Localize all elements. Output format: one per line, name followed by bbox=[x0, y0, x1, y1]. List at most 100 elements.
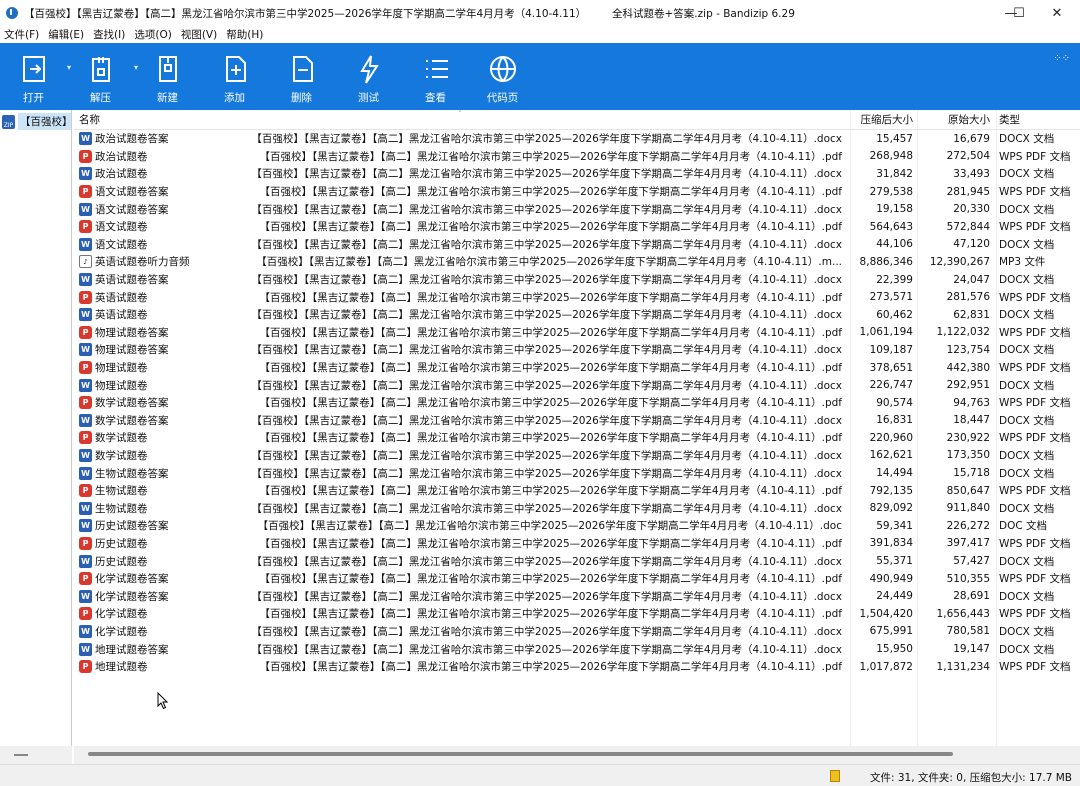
layout-grid-icon[interactable]: ⁘⁘ bbox=[1053, 53, 1070, 64]
toolbar-button-5[interactable]: 测试 bbox=[335, 43, 402, 110]
file-name: 历史试题卷 【百强校】【黑吉辽蒙卷】【高二】黑龙江省哈尔滨市第三中学2025—20… bbox=[95, 536, 848, 551]
file-row[interactable]: W 生物试题卷 【百强校】【黑吉辽蒙卷】【高二】黑龙江省哈尔滨市第三中学2025—2… bbox=[74, 499, 1080, 517]
file-row[interactable]: W 英语试题卷 【百强校】【黑吉辽蒙卷】【高二】黑龙江省哈尔滨市第三中学2025—2… bbox=[74, 306, 1080, 324]
file-row[interactable]: P 化学试题卷 【百强校】【黑吉辽蒙卷】【高二】黑龙江省哈尔滨市第三中学2025—2… bbox=[74, 605, 1080, 623]
original-size: 272,504 bbox=[946, 150, 990, 163]
file-name-subject: 化学试题卷 bbox=[95, 625, 148, 638]
original-size: 397,417 bbox=[946, 537, 990, 550]
file-name-title: 【百强校】【黑吉辽蒙卷】【高二】黑龙江省哈尔滨市第三中学2025—2026学年度… bbox=[251, 467, 842, 480]
horizontal-scrollbar[interactable] bbox=[74, 746, 1080, 764]
file-row[interactable]: W 地理试题卷答案 【百强校】【黑吉辽蒙卷】【高二】黑龙江省哈尔滨市第三中学2025… bbox=[74, 640, 1080, 658]
file-row[interactable]: P 生物试题卷 【百强校】【黑吉辽蒙卷】【高二】黑龙江省哈尔滨市第三中学2025—2… bbox=[74, 482, 1080, 500]
packed-size: 273,571 bbox=[869, 291, 913, 304]
test-icon bbox=[359, 55, 379, 84]
extract-button[interactable]: 解压 ▾ bbox=[67, 43, 138, 110]
toolbar-button-6[interactable]: 查看 bbox=[402, 43, 469, 110]
file-name: 生物试题卷 【百强校】【黑吉辽蒙卷】【高二】黑龙江省哈尔滨市第三中学2025—20… bbox=[95, 501, 848, 516]
file-name-title: 【百强校】【黑吉辽蒙卷】【高二】黑龙江省哈尔滨市第三中学2025—2026学年度… bbox=[257, 520, 842, 533]
packed-size: 1,061,194 bbox=[859, 326, 913, 339]
word-file-icon: W bbox=[79, 642, 92, 656]
packed-size: 22,399 bbox=[876, 273, 913, 286]
file-name-title: 【百强校】【黑吉辽蒙卷】【高二】黑龙江省哈尔滨市第三中学2025—2026学年度… bbox=[259, 326, 842, 339]
file-row[interactable]: W 物理试题卷 【百强校】【黑吉辽蒙卷】【高二】黑龙江省哈尔滨市第三中学2025—2… bbox=[74, 376, 1080, 394]
file-name-title: 【百强校】【黑吉辽蒙卷】【高二】黑龙江省哈尔滨市第三中学2025—2026学年度… bbox=[259, 291, 842, 304]
toolbar-button-4[interactable]: 删除 bbox=[268, 43, 335, 110]
file-name: 数学试题卷答案 【百强校】【黑吉辽蒙卷】【高二】黑龙江省哈尔滨市第三中学2025—… bbox=[95, 395, 848, 410]
original-size: 57,427 bbox=[953, 555, 990, 568]
close-button[interactable]: ✕ bbox=[1034, 0, 1080, 26]
file-type: WPS PDF 文档 bbox=[999, 362, 1071, 375]
menu-item[interactable]: 选项(O) bbox=[134, 27, 171, 42]
original-size: 1,656,443 bbox=[936, 607, 990, 620]
file-name-subject: 生物试题卷 bbox=[95, 485, 148, 498]
packed-size: 55,371 bbox=[876, 555, 913, 568]
file-row[interactable]: W 化学试题卷答案 【百强校】【黑吉辽蒙卷】【高二】黑龙江省哈尔滨市第三中学2025… bbox=[74, 587, 1080, 605]
packed-size: 279,538 bbox=[869, 185, 913, 198]
toolbar-button-7[interactable]: 代码页 bbox=[469, 43, 536, 110]
pdf-file-icon: P bbox=[79, 325, 92, 339]
file-type: WPS PDF 文档 bbox=[999, 397, 1071, 410]
file-name-subject: 语文试题卷答案 bbox=[95, 203, 169, 216]
toolbar-button-label: 删除 bbox=[291, 92, 312, 104]
bandizip-app-icon bbox=[6, 7, 18, 19]
file-row[interactable]: W 物理试题卷答案 【百强校】【黑吉辽蒙卷】【高二】黑龙江省哈尔滨市第三中学2025… bbox=[74, 341, 1080, 359]
file-type: WPS PDF 文档 bbox=[999, 432, 1071, 445]
file-type: DOCX 文档 bbox=[999, 274, 1055, 287]
file-row[interactable]: P 语文试题卷 【百强校】【黑吉辽蒙卷】【高二】黑龙江省哈尔滨市第三中学2025—2… bbox=[74, 218, 1080, 236]
packed-size: 19,158 bbox=[876, 203, 913, 216]
file-row[interactable]: W 政治试题卷答案 【百强校】【黑吉辽蒙卷】【高二】黑龙江省哈尔滨市第三中学2025… bbox=[74, 130, 1080, 148]
file-row[interactable]: W 历史试题卷答案 【百强校】【黑吉辽蒙卷】【高二】黑龙江省哈尔滨市第三中学2025… bbox=[74, 517, 1080, 535]
toolbar-button-2[interactable]: 新建 bbox=[134, 43, 201, 110]
file-name-subject: 化学试题卷答案 bbox=[95, 590, 169, 603]
packed-size: 15,457 bbox=[876, 132, 913, 145]
menu-item[interactable]: 文件(F) bbox=[4, 27, 39, 42]
original-size: 572,844 bbox=[946, 220, 990, 233]
file-row[interactable]: P 政治试题卷 【百强校】【黑吉辽蒙卷】【高二】黑龙江省哈尔滨市第三中学2025—2… bbox=[74, 148, 1080, 166]
file-type: DOCX 文档 bbox=[999, 625, 1055, 638]
window-title-app: 全科试题卷+答案.zip - Bandizip 6.29 bbox=[612, 8, 795, 20]
file-row[interactable]: P 地理试题卷 【百强校】【黑吉辽蒙卷】【高二】黑龙江省哈尔滨市第三中学2025—2… bbox=[74, 658, 1080, 676]
file-name-subject: 英语试题卷 bbox=[95, 309, 148, 322]
menu-item[interactable]: 编辑(E) bbox=[48, 27, 84, 42]
column-header-packed-size[interactable]: 压缩后大小 bbox=[848, 112, 915, 127]
file-row[interactable]: P 语文试题卷答案 【百强校】【黑吉辽蒙卷】【高二】黑龙江省哈尔滨市第三中学2025… bbox=[74, 183, 1080, 201]
file-row[interactable]: W 英语试题卷答案 【百强校】【黑吉辽蒙卷】【高二】黑龙江省哈尔滨市第三中学2025… bbox=[74, 271, 1080, 289]
file-row[interactable]: W 政治试题卷 【百强校】【黑吉辽蒙卷】【高二】黑龙江省哈尔滨市第三中学2025—2… bbox=[74, 165, 1080, 183]
column-header-type[interactable]: 类型 bbox=[993, 112, 1073, 127]
tree-scrollbar[interactable] bbox=[0, 746, 72, 764]
file-name-title: 【百强校】【黑吉辽蒙卷】【高二】黑龙江省哈尔滨市第三中学2025—2026学年度… bbox=[251, 590, 842, 603]
file-row[interactable]: W 数学试题卷答案 【百强校】【黑吉辽蒙卷】【高二】黑龙江省哈尔滨市第三中学2025… bbox=[74, 412, 1080, 430]
file-row[interactable]: P 物理试题卷答案 【百强校】【黑吉辽蒙卷】【高二】黑龙江省哈尔滨市第三中学2025… bbox=[74, 324, 1080, 342]
file-row[interactable]: W 历史试题卷 【百强校】【黑吉辽蒙卷】【高二】黑龙江省哈尔滨市第三中学2025—2… bbox=[74, 552, 1080, 570]
toolbar-button-3[interactable]: 添加 bbox=[201, 43, 268, 110]
word-file-icon: W bbox=[79, 413, 92, 427]
file-row[interactable]: P 化学试题卷答案 【百强校】【黑吉辽蒙卷】【高二】黑龙江省哈尔滨市第三中学2025… bbox=[74, 570, 1080, 588]
tree-item-root[interactable]: ZIP 【百强校】 bbox=[2, 113, 73, 130]
file-name: 地理试题卷 【百强校】【黑吉辽蒙卷】【高二】黑龙江省哈尔滨市第三中学2025—20… bbox=[95, 659, 848, 674]
menu-item[interactable]: 视图(V) bbox=[181, 27, 217, 42]
file-row[interactable]: W 生物试题卷答案 【百强校】【黑吉辽蒙卷】【高二】黑龙江省哈尔滨市第三中学2025… bbox=[74, 464, 1080, 482]
file-name-subject: 化学试题卷答案 bbox=[95, 573, 169, 586]
file-row[interactable]: W 数学试题卷 【百强校】【黑吉辽蒙卷】【高二】黑龙江省哈尔滨市第三中学2025—2… bbox=[74, 447, 1080, 465]
column-header-original-size[interactable]: 原始大小 bbox=[915, 112, 993, 127]
file-row[interactable]: P 数学试题卷 【百强校】【黑吉辽蒙卷】【高二】黑龙江省哈尔滨市第三中学2025—2… bbox=[74, 429, 1080, 447]
open-button[interactable]: 打开 ▾ bbox=[0, 43, 71, 110]
file-row[interactable]: P 物理试题卷 【百强校】【黑吉辽蒙卷】【高二】黑龙江省哈尔滨市第三中学2025—2… bbox=[74, 359, 1080, 377]
mouse-cursor-icon bbox=[157, 692, 169, 710]
file-row[interactable]: P 历史试题卷 【百强校】【黑吉辽蒙卷】【高二】黑龙江省哈尔滨市第三中学2025—2… bbox=[74, 535, 1080, 553]
file-name: 物理试题卷 【百强校】【黑吉辽蒙卷】【高二】黑龙江省哈尔滨市第三中学2025—20… bbox=[95, 378, 848, 393]
original-size: 47,120 bbox=[953, 238, 990, 251]
scrollbar-thumb[interactable] bbox=[88, 752, 953, 756]
toolbar-button-label: 打开 bbox=[23, 92, 44, 104]
file-row[interactable]: P 英语试题卷 【百强校】【黑吉辽蒙卷】【高二】黑龙江省哈尔滨市第三中学2025—2… bbox=[74, 288, 1080, 306]
file-row[interactable]: W 化学试题卷 【百强校】【黑吉辽蒙卷】【高二】黑龙江省哈尔滨市第三中学2025—2… bbox=[74, 623, 1080, 641]
menu-item[interactable]: 查找(I) bbox=[93, 27, 125, 42]
file-row[interactable]: P 数学试题卷答案 【百强校】【黑吉辽蒙卷】【高二】黑龙江省哈尔滨市第三中学2025… bbox=[74, 394, 1080, 412]
file-row[interactable]: W 语文试题卷 【百强校】【黑吉辽蒙卷】【高二】黑龙江省哈尔滨市第三中学2025—2… bbox=[74, 236, 1080, 254]
packed-size: 268,948 bbox=[869, 150, 913, 163]
original-size: 1,131,234 bbox=[936, 660, 990, 673]
menu-item[interactable]: 帮助(H) bbox=[226, 27, 263, 42]
packed-size: 226,747 bbox=[869, 379, 913, 392]
file-row[interactable]: W 语文试题卷答案 【百强校】【黑吉辽蒙卷】【高二】黑龙江省哈尔滨市第三中学2025… bbox=[74, 200, 1080, 218]
file-row[interactable]: ♪ 英语试题卷听力音频 【百强校】【黑吉辽蒙卷】【高二】黑龙江省哈尔滨市第三中学20… bbox=[74, 253, 1080, 271]
